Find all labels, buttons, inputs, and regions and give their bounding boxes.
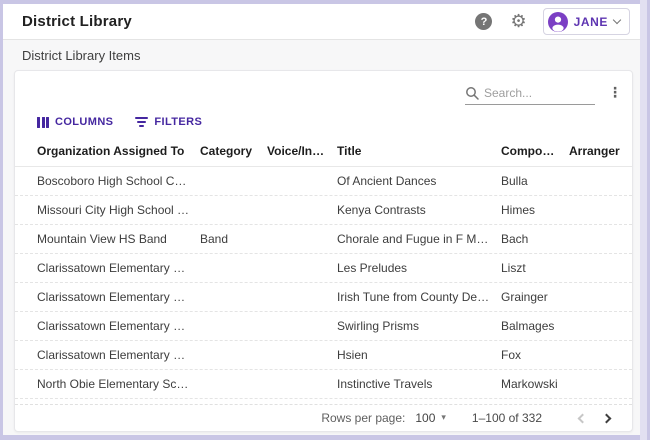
column-header-composer[interactable]: Composer — [501, 144, 569, 158]
cell-composer: Grainger — [501, 290, 569, 304]
table-row[interactable]: Clarissatown Elementary School Orchestra… — [15, 312, 632, 341]
cell-title: Irish Tune from County Derry AND Sheph..… — [337, 290, 501, 304]
table-body: Boscoboro High School Choir Of Ancient Da… — [15, 167, 632, 399]
filter-icon — [135, 117, 148, 127]
kebab-menu-icon[interactable]: ⋮ — [608, 86, 622, 100]
cell-composer: Markowski — [501, 377, 569, 391]
cell-title: Chorale and Fugue in F Major — [337, 232, 501, 246]
page-subtitle: District Library Items — [3, 40, 640, 70]
user-avatar-icon — [548, 12, 568, 32]
content-area: District Library Items ⋮ COLUMNS — [3, 40, 640, 432]
cell-org: Mountain View HS Band — [37, 232, 200, 246]
table-row[interactable]: Clarissatown Elementary School Orchestra… — [15, 254, 632, 283]
cell-title: Les Preludes — [337, 261, 501, 275]
cell-org: Clarissatown Elementary School Orchestra — [37, 290, 200, 304]
table-row[interactable]: Clarissatown Elementary School Orchestra… — [15, 341, 632, 370]
rows-per-page-value: 100 — [415, 411, 435, 425]
cell-title: Hsien — [337, 348, 501, 362]
cell-composer: Himes — [501, 203, 569, 217]
column-header-category[interactable]: Category — [200, 144, 267, 158]
cell-org: Boscoboro High School Choir — [37, 174, 200, 188]
filters-button-label: FILTERS — [154, 116, 202, 128]
cell-composer: Bach — [501, 232, 569, 246]
user-menu-button[interactable]: JANE — [543, 8, 630, 35]
table-row[interactable]: Boscoboro High School Choir Of Ancient Da… — [15, 167, 632, 196]
next-page-button[interactable] — [594, 406, 618, 430]
columns-button[interactable]: COLUMNS — [37, 116, 113, 128]
table-row[interactable]: Mountain View HS BandBand Chorale and Fug… — [15, 225, 632, 254]
cell-title: Swirling Prisms — [337, 319, 501, 333]
search-row: ⋮ — [15, 71, 632, 109]
columns-button-label: COLUMNS — [55, 116, 113, 128]
cell-category: Band — [200, 232, 267, 246]
columns-icon — [37, 117, 49, 128]
rows-per-page-select[interactable]: 100 ▾ — [415, 411, 446, 425]
cell-org: North Obie Elementary School Theater — [37, 377, 200, 391]
app-bar: District Library ? ⚙ JANE — [3, 4, 640, 40]
pagination-range-label: 1–100 of 332 — [472, 411, 542, 425]
cell-title: Kenya Contrasts — [337, 203, 501, 217]
filters-button[interactable]: FILTERS — [135, 116, 202, 128]
previous-page-button[interactable] — [570, 406, 594, 430]
cell-org: Missouri City High School Orchestra — [37, 203, 200, 217]
cell-title: Instinctive Travels — [337, 377, 501, 391]
column-header-arranger[interactable]: Arranger — [569, 144, 632, 158]
table-row[interactable]: Missouri City High School Orchestra Kenya… — [15, 196, 632, 225]
cell-org: Clarissatown Elementary School Orchestra — [37, 319, 200, 333]
data-grid-card: ⋮ COLUMNS FILTERS Organization Assigned … — [14, 70, 633, 432]
search-box — [465, 81, 595, 105]
search-input[interactable] — [484, 86, 584, 100]
grid-toolbar: COLUMNS FILTERS — [15, 109, 632, 135]
cell-composer: Fox — [501, 348, 569, 362]
table-header-row: Organization Assigned ToCategoryVoice/In… — [15, 135, 632, 167]
page-scrollbar[interactable] — [640, 0, 647, 440]
chevron-right-icon — [601, 413, 611, 423]
table-footer: Rows per page: 100 ▾ 1–100 of 332 — [15, 404, 632, 431]
cell-composer: Bulla — [501, 174, 569, 188]
column-header-voice[interactable]: Voice/Instrume... — [267, 144, 337, 158]
table-row[interactable]: Clarissatown Elementary School Orchestra… — [15, 283, 632, 312]
cell-title: Of Ancient Dances — [337, 174, 501, 188]
select-caret-icon: ▾ — [441, 413, 446, 423]
cell-composer: Balmages — [501, 319, 569, 333]
help-icon[interactable]: ? — [475, 13, 492, 30]
page-title: District Library — [22, 13, 132, 30]
column-header-org[interactable]: Organization Assigned To — [37, 144, 200, 158]
user-name-label: JANE — [574, 15, 608, 29]
app-window: District Library ? ⚙ JANE District Libra… — [3, 4, 640, 435]
settings-gear-icon[interactable]: ⚙ — [510, 13, 526, 31]
table-row[interactable]: North Obie Elementary School Theater Inst… — [15, 370, 632, 399]
chevron-down-icon — [613, 16, 621, 24]
cell-org: Clarissatown Elementary School Orchestra — [37, 348, 200, 362]
rows-per-page-label: Rows per page: — [321, 411, 405, 425]
cell-org: Clarissatown Elementary School Orchestra — [37, 261, 200, 275]
search-icon — [465, 86, 479, 100]
column-header-title[interactable]: Title — [337, 144, 501, 158]
cell-composer: Liszt — [501, 261, 569, 275]
column-header-num[interactable]: Num — [632, 144, 633, 158]
chevron-left-icon — [577, 413, 587, 423]
